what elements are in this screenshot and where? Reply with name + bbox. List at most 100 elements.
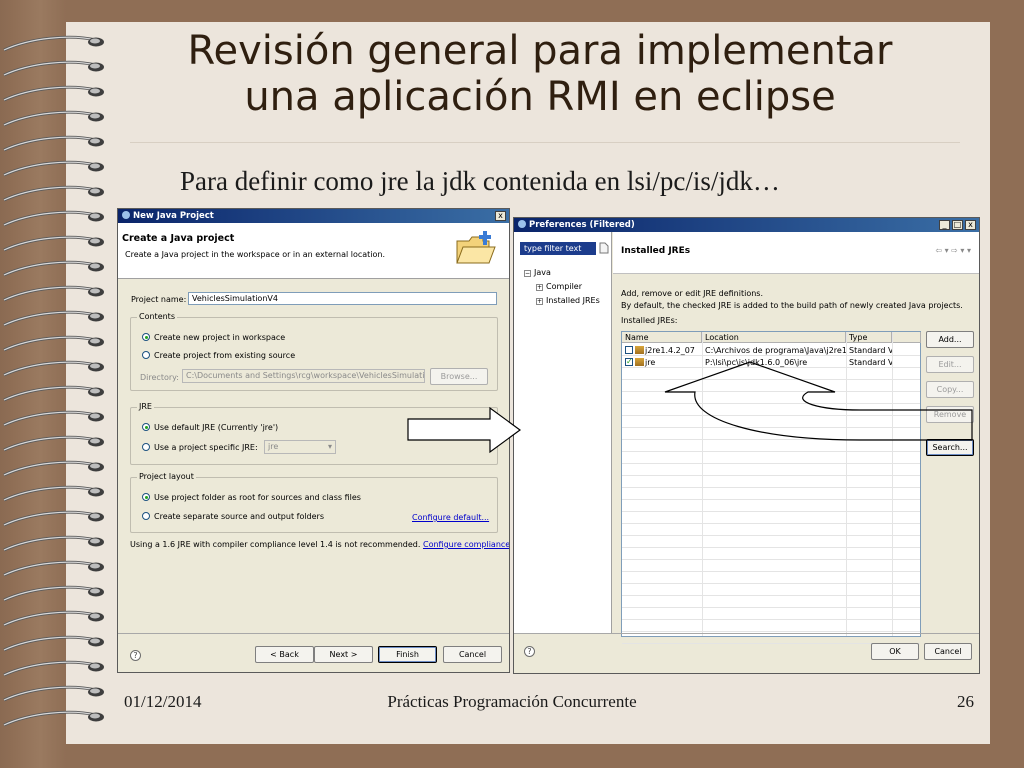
grid-row-line [622,547,920,548]
slide-title-line1: Revisión general para implementar [187,28,893,74]
grid-row-line [622,523,920,524]
project-name-input[interactable]: VehiclesSimulationV4 [188,292,497,305]
new-project-titlebar[interactable]: New Java Project x [118,209,509,223]
back-button[interactable]: < Back [255,646,314,663]
column-header-location[interactable]: Location [702,332,846,343]
help-icon[interactable]: ? [130,650,141,661]
compliance-warning-text: Using a 1.6 JRE with compiler compliance… [130,540,421,549]
create-from-existing-radio[interactable] [142,351,150,359]
use-default-jre-radio[interactable] [142,423,150,431]
column-header-type[interactable]: Type [846,332,892,343]
grid-row-line [622,499,920,500]
grid-row-line [622,583,920,584]
expand-icon: + [536,284,543,291]
spiral-ring [3,260,104,277]
ok-button[interactable]: OK [871,643,919,660]
grid-row-line [622,391,920,392]
spiral-ring [3,85,104,102]
spiral-ring [3,335,104,352]
cancel-button[interactable]: Cancel [443,646,502,663]
grid-row-line [622,571,920,572]
grid-column [702,332,703,636]
help-icon[interactable]: ? [524,646,535,657]
create-from-existing-label: Create project from existing source [154,351,296,360]
create-new-project-radio[interactable] [142,333,150,341]
spiral-ring [3,285,104,302]
close-button[interactable]: x [495,211,506,221]
column-header-name[interactable]: Name [622,332,702,343]
finish-button[interactable]: Finish [378,646,437,663]
project-name-label: Project name: [131,295,187,304]
jre-name-cell: jre [622,357,702,368]
grid-row-line [622,379,920,380]
copy-jre-button[interactable]: Copy... [926,381,974,398]
maximize-button[interactable]: □ [952,220,963,230]
preferences-titlebar[interactable]: Preferences (Filtered) _ □ x [514,218,979,232]
project-specific-jre-radio[interactable] [142,443,150,451]
jre-type-cell: Standard VM [849,346,892,355]
preferences-window-title: Preferences (Filtered) [529,220,635,230]
project-folder-root-radio[interactable] [142,493,150,501]
spiral-ring [3,660,104,677]
use-default-jre-label: Use default JRE (Currently 'jre') [154,423,279,432]
minimize-button[interactable]: _ [939,220,950,230]
grid-row-line [622,595,920,596]
spiral-ring [3,535,104,552]
configure-jres-link[interactable]: Configure JREs... [421,423,487,432]
spiral-ring [3,210,104,227]
add-jre-button[interactable]: Add... [926,331,974,348]
separate-folders-radio[interactable] [142,512,150,520]
spiral-ring [3,610,104,627]
jre-location-cell: C:\Archivos de programa\Java\j2re1.4.2_0… [705,346,846,355]
jre-checkbox[interactable] [625,357,633,367]
spiral-ring [3,160,104,177]
collapse-icon: − [524,270,531,277]
browse-button[interactable]: Browse... [430,368,488,385]
slide-subtitle: Para definir como jre la jdk contenida e… [180,166,780,196]
spiral-ring [3,585,104,602]
configure-default-link[interactable]: Configure default... [412,513,489,522]
grid-row-line [622,511,920,512]
directory-input[interactable]: C:\Documents and Settings\rcg\workspace\… [182,369,425,383]
jre-location-cell: P:\lsi\pc\is\jdk1.6.0_06\jre [705,358,808,367]
expand-icon: + [536,298,543,305]
edit-jre-button[interactable]: Edit... [926,356,974,373]
installed-jres-page: Installed JREs ⇦ ▾ ⇨ ▾ ▾ Add, remove or … [613,232,979,644]
grid-row-line [622,403,920,404]
next-button[interactable]: Next > [314,646,373,663]
separate-folders-label: Create separate source and output folder… [154,512,325,521]
history-nav-icons[interactable]: ⇦ ▾ ⇨ ▾ ▾ [935,246,971,255]
configure-compliance-link[interactable]: Configure compliance... [423,540,509,549]
spiral-ring [3,510,104,527]
tree-item-compiler-label: Compiler [546,282,583,291]
page-description-2: By default, the checked JRE is added to … [621,301,963,310]
grid-row-line [622,631,920,632]
spiral-ring [3,410,104,427]
remove-jre-button[interactable]: Remove [926,406,974,423]
wizard-description: Create a Java project in the workspace o… [125,250,386,259]
filter-input[interactable]: type filter text [520,242,596,255]
preferences-tree-panel: type filter text − Java + Compiler + Instal… [514,232,612,633]
spiral-ring [3,635,104,652]
project-specific-jre-label: Use a project specific JRE: [154,443,258,452]
jre-checkbox[interactable] [625,346,633,354]
tree-item-java-label: Java [534,268,551,277]
spiral-ring [3,460,104,477]
clear-filter-icon[interactable] [599,242,609,254]
search-jre-button[interactable]: Search... [926,439,974,456]
installed-jres-label: Installed JREs: [621,316,678,325]
footer-page-number: 26 [957,692,974,711]
page-header: Installed JREs ⇦ ▾ ⇨ ▾ ▾ [613,232,979,274]
specific-jre-select[interactable]: jre ▾ [264,440,336,454]
tree-item-java[interactable]: − Java [524,268,551,277]
grid-row-line [622,619,920,620]
jre-library-icon [635,358,644,366]
cancel-button[interactable]: Cancel [924,643,972,660]
grid-column [846,332,847,636]
close-button[interactable]: x [965,220,976,230]
wizard-banner: Create a Java project Create a Java proj… [118,223,509,279]
tree-item-installed-jres[interactable]: + Installed JREs [536,296,600,305]
compliance-warning: Using a 1.6 JRE with compiler compliance… [130,540,509,549]
tree-item-compiler[interactable]: + Compiler [536,282,582,291]
slide-title: Revisión general para implementar una ap… [100,28,980,120]
